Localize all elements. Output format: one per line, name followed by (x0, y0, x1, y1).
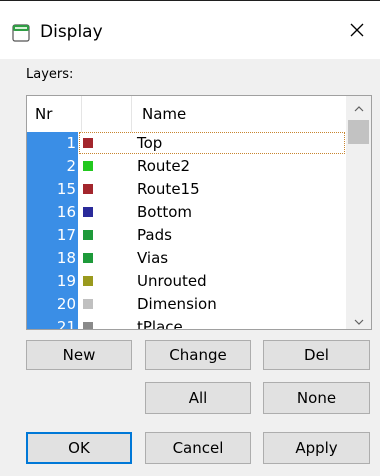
window-title: Display (40, 22, 103, 42)
layer-row[interactable]: 15 Route15 (27, 178, 346, 201)
layer-number: 16 (27, 201, 78, 224)
layer-name: Pads (137, 226, 172, 244)
scroll-down-button[interactable] (346, 309, 371, 329)
column-header-color[interactable] (82, 96, 132, 132)
apply-button[interactable]: Apply (263, 432, 370, 464)
vertical-scrollbar[interactable] (346, 96, 371, 329)
layer-row[interactable]: 21 tPlace (27, 316, 346, 330)
layer-row[interactable]: 18 Vias (27, 247, 346, 270)
layer-name: tPlace (137, 318, 183, 330)
layer-row[interactable]: 17 Pads (27, 224, 346, 247)
chevron-down-icon (354, 310, 364, 329)
layer-color-swatch (83, 276, 93, 286)
layer-color-swatch (83, 322, 93, 329)
display-window-icon (12, 24, 30, 42)
layer-color-swatch (83, 207, 93, 217)
new-button[interactable]: New (26, 340, 132, 370)
list-header: Nr Name (27, 96, 346, 132)
chevron-up-icon (354, 97, 364, 116)
layer-row[interactable]: 1 Top (27, 132, 346, 155)
title-bar: Display (0, 1, 380, 59)
ok-button[interactable]: OK (26, 432, 132, 464)
layer-name: Top (137, 134, 163, 152)
layer-color-swatch (83, 161, 93, 171)
layer-name: Unrouted (137, 272, 207, 290)
scroll-up-button[interactable] (346, 96, 371, 116)
layer-row[interactable]: 19 Unrouted (27, 270, 346, 293)
layer-color-swatch (83, 230, 93, 240)
change-button[interactable]: Change (145, 340, 251, 370)
cancel-button[interactable]: Cancel (145, 432, 251, 464)
layer-color-swatch (83, 253, 93, 263)
layer-color-swatch (83, 184, 93, 194)
layer-number: 20 (27, 293, 78, 316)
layer-name: Route2 (137, 157, 191, 175)
layer-name: Route15 (137, 180, 200, 198)
all-button[interactable]: All (145, 382, 251, 414)
layer-number: 18 (27, 247, 78, 270)
layers-list[interactable]: Nr Name 1 Top 2 Route2 15 Route15 16 Bot… (26, 95, 372, 330)
column-header-name[interactable]: Name (132, 96, 346, 132)
del-button[interactable]: Del (263, 340, 370, 370)
layers-label: Layers: (26, 67, 74, 82)
layer-number: 21 (27, 316, 78, 329)
layer-number: 15 (27, 178, 78, 201)
layer-row[interactable]: 2 Route2 (27, 155, 346, 178)
layer-name: Vias (137, 249, 169, 267)
layer-color-swatch (83, 299, 93, 309)
layer-row[interactable]: 16 Bottom (27, 201, 346, 224)
layer-number: 1 (27, 132, 78, 155)
scrollbar-thumb[interactable] (348, 120, 369, 144)
layer-rows: 1 Top 2 Route2 15 Route15 16 Bottom 17 P… (27, 132, 346, 330)
layer-name: Bottom (137, 203, 193, 221)
layer-number: 2 (27, 155, 78, 178)
layer-color-swatch (83, 138, 93, 148)
layer-number: 17 (27, 224, 78, 247)
column-header-nr[interactable]: Nr (27, 96, 82, 132)
none-button[interactable]: None (263, 382, 370, 414)
close-button[interactable] (334, 15, 380, 49)
layer-number: 19 (27, 270, 78, 293)
close-icon (349, 22, 365, 42)
layer-name: Dimension (137, 295, 217, 313)
layer-row[interactable]: 20 Dimension (27, 293, 346, 316)
